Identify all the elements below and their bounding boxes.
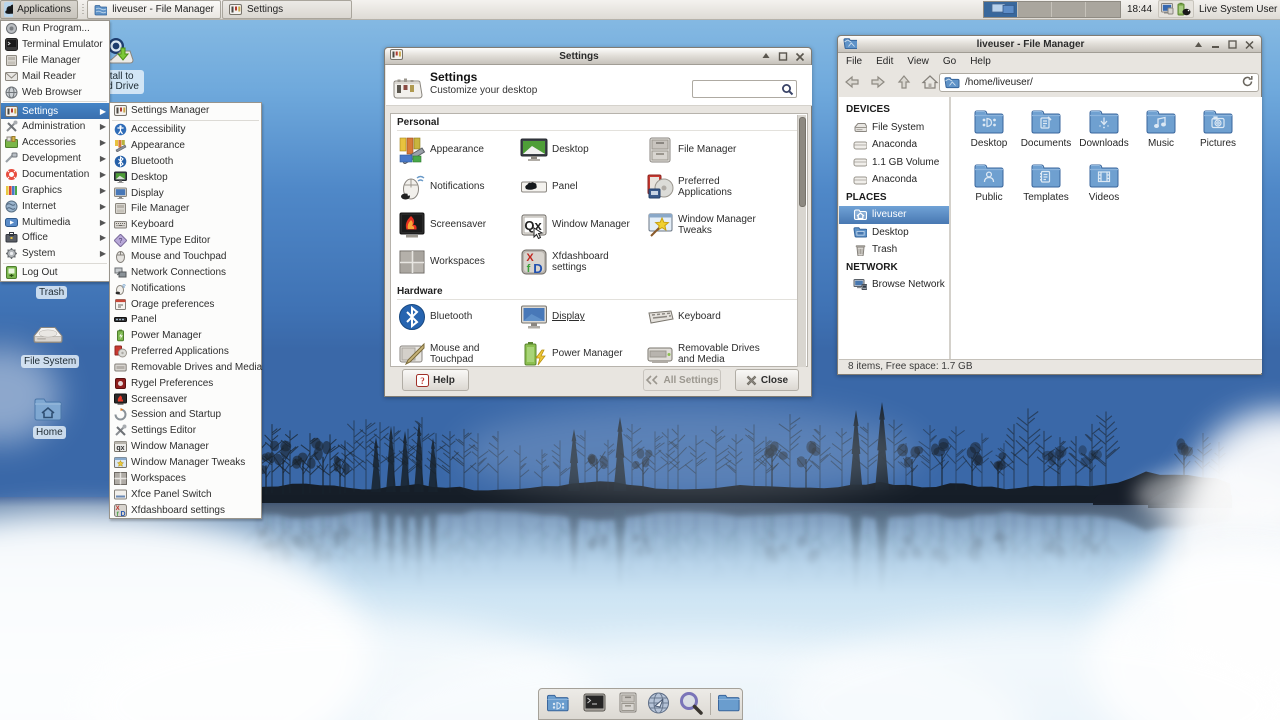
svg-text:D: D — [120, 511, 125, 517]
svg-text:Qx: Qx — [524, 218, 542, 233]
svg-text:?: ? — [118, 238, 122, 245]
svg-text:D: D — [533, 261, 542, 276]
svg-text:?: ? — [420, 376, 425, 386]
svg-text:f: f — [527, 263, 531, 275]
svg-text:qx: qx — [116, 445, 124, 452]
